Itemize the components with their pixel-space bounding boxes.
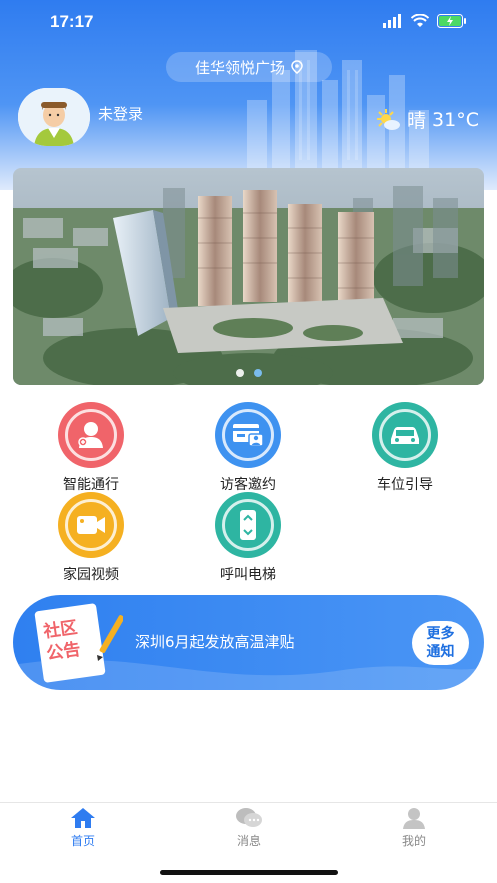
user-avatar-icon — [18, 88, 90, 146]
feature-label: 车位引导 — [377, 477, 433, 493]
profile-icon — [403, 808, 425, 829]
weather-temperature: 31°C — [432, 108, 479, 131]
banner-carousel[interactable] — [13, 168, 484, 385]
tab-profile[interactable]: 我的 — [374, 807, 454, 849]
feature-parking-guide[interactable]: 车位引导 — [355, 402, 455, 494]
tab-messages[interactable]: 消息 — [209, 807, 289, 849]
location-pin-icon — [291, 60, 303, 74]
tab-label: 首页 — [70, 834, 95, 848]
wifi-icon — [411, 14, 429, 27]
battery-icon — [437, 14, 466, 28]
feature-label: 访客邀约 — [220, 477, 276, 493]
more-notices-button[interactable]: 更多 通知 — [412, 621, 469, 665]
banner-pagination — [13, 369, 484, 377]
home-video-icon — [58, 492, 124, 558]
avatar[interactable] — [18, 88, 90, 146]
more-notices-line1: 更多 — [426, 626, 455, 642]
banner-image — [13, 168, 484, 385]
status-bar: 17:17 — [0, 0, 497, 44]
more-notices-line2: 通知 — [426, 644, 455, 660]
tab-label: 消息 — [236, 834, 261, 848]
location-name: 佳华领悦广场 — [194, 58, 285, 77]
status-icons — [383, 14, 467, 28]
smart-access-icon — [58, 402, 124, 468]
tab-home[interactable]: 首页 — [43, 807, 123, 849]
feature-label: 家园视频 — [63, 567, 119, 583]
feature-home-video[interactable]: 家园视频 — [41, 492, 141, 584]
community-notice-bar[interactable]: 社区 公告 深圳6月起发放高温津贴 更多 通知 — [13, 595, 484, 690]
banner-dot[interactable] — [235, 369, 244, 377]
feature-call-elevator[interactable]: 呼叫电梯 — [198, 492, 298, 584]
status-time: 17:17 — [50, 12, 94, 31]
feature-label: 呼叫电梯 — [220, 567, 276, 583]
home-indicator — [160, 870, 338, 875]
banner-dot-active[interactable] — [253, 369, 262, 377]
weather-condition: 晴 — [407, 110, 427, 132]
feature-visitor-invite[interactable]: 访客邀约 — [198, 402, 298, 494]
message-icon — [236, 808, 262, 827]
call-elevator-icon — [215, 492, 281, 558]
notice-badge: 社区 公告 — [31, 599, 123, 685]
notice-text[interactable]: 深圳6月起发放高温津贴 — [135, 631, 295, 652]
parking-guide-icon — [372, 402, 438, 468]
tab-label: 我的 — [401, 834, 426, 848]
feature-label: 智能通行 — [63, 477, 119, 493]
login-status[interactable]: 未登录 — [98, 103, 143, 124]
weather-widget: 晴 31°C — [375, 106, 479, 133]
location-selector[interactable]: 佳华领悦广场 — [166, 52, 332, 82]
signal-icon — [383, 14, 401, 28]
sunny-icon — [377, 108, 401, 130]
feature-smart-access[interactable]: 智能通行 — [41, 402, 141, 494]
visitor-invite-icon — [215, 402, 281, 468]
notice-badge-line2: 公告 — [45, 639, 82, 665]
home-icon — [71, 808, 95, 828]
